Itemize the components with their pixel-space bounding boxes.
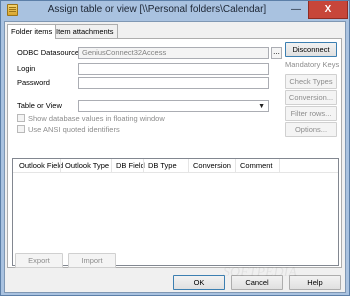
dialog-window: Assign table or view [\\Personal folders…: [0, 0, 350, 296]
column-db-field[interactable]: DB Field: [116, 161, 145, 170]
password-label: Password: [17, 78, 50, 87]
column-separator: [143, 159, 144, 173]
mandatory-keys-button[interactable]: Mandatory Keys: [285, 58, 339, 73]
column-separator: [279, 159, 280, 173]
column-comment[interactable]: Comment: [240, 161, 273, 170]
floating-window-label: Show database values in floating window: [28, 114, 165, 123]
tab-folder-items[interactable]: Folder items: [7, 24, 57, 39]
column-outlook-field[interactable]: Outlook Field: [19, 161, 63, 170]
filter-rows-button[interactable]: Filter rows...: [285, 106, 337, 121]
ansi-identifiers-checkbox[interactable]: [17, 125, 25, 133]
check-types-button[interactable]: Check Types: [285, 74, 337, 89]
export-button[interactable]: Export: [15, 253, 63, 268]
title-bar[interactable]: Assign table or view [\\Personal folders…: [1, 1, 349, 20]
ansi-identifiers-label: Use ANSI quoted identifiers: [28, 125, 120, 134]
disconnect-button[interactable]: Disconnect: [285, 42, 337, 57]
conversion-button[interactable]: Conversion...: [285, 90, 337, 105]
tab-item-attachments[interactable]: Item attachments: [52, 24, 118, 38]
chevron-down-icon: ▼: [258, 103, 265, 110]
table-or-view-label: Table or View: [17, 101, 62, 110]
browse-datasource-button[interactable]: ...: [271, 47, 282, 59]
column-db-type[interactable]: DB Type: [148, 161, 177, 170]
field-mapping-grid[interactable]: Outlook Field Outlook Type DB Field DB T…: [12, 158, 339, 266]
ok-button[interactable]: OK: [173, 275, 225, 290]
window-title: Assign table or view [\\Personal folders…: [47, 4, 267, 15]
import-button[interactable]: Import: [68, 253, 116, 268]
floating-window-checkbox[interactable]: [17, 114, 25, 122]
odbc-datasource-field[interactable]: GeniusConnect32Access: [78, 47, 269, 59]
column-separator: [60, 159, 61, 173]
column-outlook-type[interactable]: Outlook Type: [65, 161, 109, 170]
login-label: Login: [17, 64, 36, 73]
column-separator: [111, 159, 112, 173]
close-button[interactable]: X: [308, 1, 348, 19]
odbc-datasource-label: ODBC Datasource: [17, 48, 80, 57]
dialog-client-area: Folder items Item attachments ODBC Datas…: [4, 21, 346, 293]
column-separator: [188, 159, 189, 173]
app-icon: [7, 4, 18, 16]
column-separator: [235, 159, 236, 173]
login-field[interactable]: [78, 63, 269, 75]
password-field[interactable]: [78, 77, 269, 89]
column-conversion[interactable]: Conversion: [193, 161, 231, 170]
table-or-view-select[interactable]: ▼: [78, 100, 269, 112]
grid-header: Outlook Field Outlook Type DB Field DB T…: [13, 159, 338, 173]
softpedia-watermark: SOFTPEDIA: [223, 265, 297, 280]
options-button[interactable]: Options...: [285, 122, 337, 137]
folder-items-panel: ODBC Datasource GeniusConnect32Access ..…: [7, 38, 342, 268]
minimize-button[interactable]: —: [284, 1, 308, 19]
